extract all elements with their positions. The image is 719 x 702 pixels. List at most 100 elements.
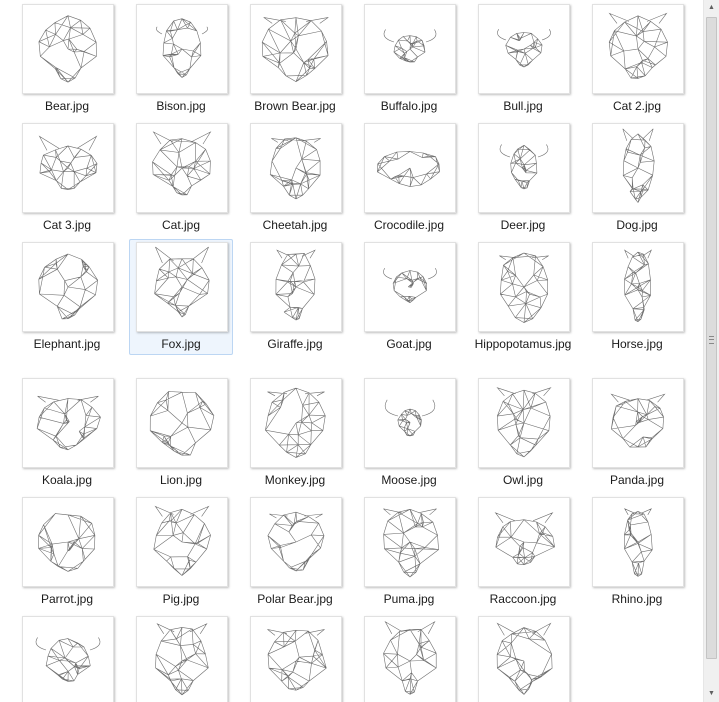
line-art-mesh (152, 131, 212, 196)
monkey-head-icon (265, 387, 326, 458)
line-art-mesh (149, 391, 215, 456)
file-item[interactable]: Elephant.jpg (15, 239, 119, 355)
file-name-label: Buffalo.jpg (380, 99, 438, 113)
file-item[interactable]: Cat 2.jpg (585, 1, 689, 117)
file-item[interactable] (471, 613, 575, 702)
line-art-mesh (275, 249, 316, 321)
line-art-mesh (383, 620, 437, 695)
hippopotamus-head-icon (499, 252, 549, 323)
file-item[interactable]: Crocodile.jpg (357, 120, 461, 236)
file-item[interactable]: Owl.jpg (471, 375, 575, 491)
file-name-label: Dog.jpg (616, 218, 658, 232)
file-item[interactable]: Horse.jpg (585, 239, 689, 355)
file-item[interactable]: Cheetah.jpg (243, 120, 347, 236)
horse-head-icon (624, 249, 652, 323)
puma-head-icon (383, 508, 439, 578)
file-item[interactable]: Giraffe.jpg (243, 239, 347, 355)
file-item[interactable]: Dog.jpg (585, 120, 689, 236)
file-name-label: Koala.jpg (41, 473, 93, 487)
line-art-mesh (153, 505, 211, 576)
file-item[interactable]: Bison.jpg (129, 1, 233, 117)
file-item[interactable]: Bull.jpg (471, 1, 575, 117)
file-name-label: Raccoon.jpg (489, 592, 557, 606)
file-name-label: Puma.jpg (383, 592, 435, 606)
file-name-label: Panda.jpg (609, 473, 665, 487)
scroll-up-arrow-icon[interactable]: ▲ (704, 0, 719, 16)
file-name-label: Crocodile.jpg (373, 218, 445, 232)
cat-head-icon (38, 135, 98, 190)
file-item[interactable]: Monkey.jpg (243, 375, 347, 491)
raccoon-head-icon (494, 512, 555, 566)
bison-head-icon (156, 18, 208, 78)
file-item[interactable]: Brown Bear.jpg (243, 1, 347, 117)
file-item[interactable]: Cat 3.jpg (15, 120, 119, 236)
crocodile-head-icon (377, 151, 440, 187)
ram-head-icon (35, 637, 101, 682)
file-thumbnail (136, 616, 228, 702)
file-item[interactable] (15, 613, 119, 702)
file-item[interactable]: Raccoon.jpg (471, 494, 575, 610)
file-thumbnail (478, 242, 570, 332)
line-art-mesh (608, 12, 668, 79)
line-art-mesh (156, 18, 208, 78)
buffalo-head-icon (383, 29, 437, 63)
goat-head-icon (383, 268, 437, 304)
cat-head-icon (608, 12, 668, 79)
file-item[interactable]: Deer.jpg (471, 120, 575, 236)
file-item[interactable]: Fox.jpg (129, 239, 233, 355)
file-item[interactable]: Bear.jpg (15, 1, 119, 117)
file-name-label: Elephant.jpg (33, 337, 101, 351)
scroll-thumb[interactable] (706, 17, 717, 659)
line-art-mesh (155, 623, 209, 696)
koala-head-icon (36, 395, 101, 451)
file-item[interactable]: Cat.jpg (129, 120, 233, 236)
file-name-label: Rhino.jpg (611, 592, 663, 606)
file-item[interactable] (357, 613, 461, 702)
file-item[interactable]: Buffalo.jpg (357, 1, 461, 117)
line-art-mesh (496, 622, 553, 695)
file-item[interactable]: Panda.jpg (585, 375, 689, 491)
file-item[interactable]: Koala.jpg (15, 375, 119, 491)
file-item[interactable]: Hippopotamus.jpg (471, 239, 575, 371)
file-name-label: Polar Bear.jpg (257, 592, 333, 606)
bull-head-icon (497, 29, 551, 68)
file-item[interactable]: Puma.jpg (357, 494, 461, 610)
file-thumbnail (592, 497, 684, 587)
cheetah-head-icon (269, 137, 321, 200)
file-thumbnail (136, 4, 228, 94)
file-name-label: Owl.jpg (502, 473, 543, 487)
file-name-label: Brown Bear.jpg (254, 99, 336, 113)
file-thumbnail (364, 497, 456, 587)
file-item[interactable]: Polar Bear.jpg (243, 494, 347, 610)
file-item[interactable]: Pig.jpg (129, 494, 233, 610)
file-item[interactable] (243, 613, 347, 702)
file-thumbnail (136, 378, 228, 468)
file-thumbnail (22, 497, 114, 587)
file-thumbnail (136, 497, 228, 587)
line-art-mesh (383, 508, 439, 578)
file-thumbnail (478, 123, 570, 213)
elephant-head-icon (38, 253, 99, 320)
scroll-down-arrow-icon[interactable]: ▼ (704, 686, 719, 702)
vertical-scrollbar[interactable]: ▲ ▼ (703, 0, 719, 702)
fox-head-icon (154, 246, 210, 318)
line-art-mesh (261, 17, 329, 82)
file-item[interactable]: Parrot.jpg (15, 494, 119, 610)
file-item[interactable]: Goat.jpg (357, 239, 461, 355)
file-name-label: Bull.jpg (503, 99, 543, 113)
bear-head-icon (38, 15, 97, 83)
file-name-label: Bison.jpg (156, 99, 206, 113)
file-thumbnail (478, 378, 570, 468)
line-art-mesh (267, 511, 325, 572)
file-item[interactable] (129, 613, 233, 702)
panda-head-icon (610, 393, 666, 448)
file-name-label: Goat.jpg (386, 337, 432, 351)
file-thumbnail (250, 378, 342, 468)
file-name-label: Cat.jpg (161, 218, 201, 232)
line-art-mesh (499, 144, 549, 190)
file-thumbnail (364, 4, 456, 94)
file-item[interactable]: Rhino.jpg (585, 494, 689, 610)
file-item[interactable]: Moose.jpg (357, 375, 461, 491)
file-item[interactable]: Lion.jpg (129, 375, 233, 491)
file-thumbnail (250, 616, 342, 702)
